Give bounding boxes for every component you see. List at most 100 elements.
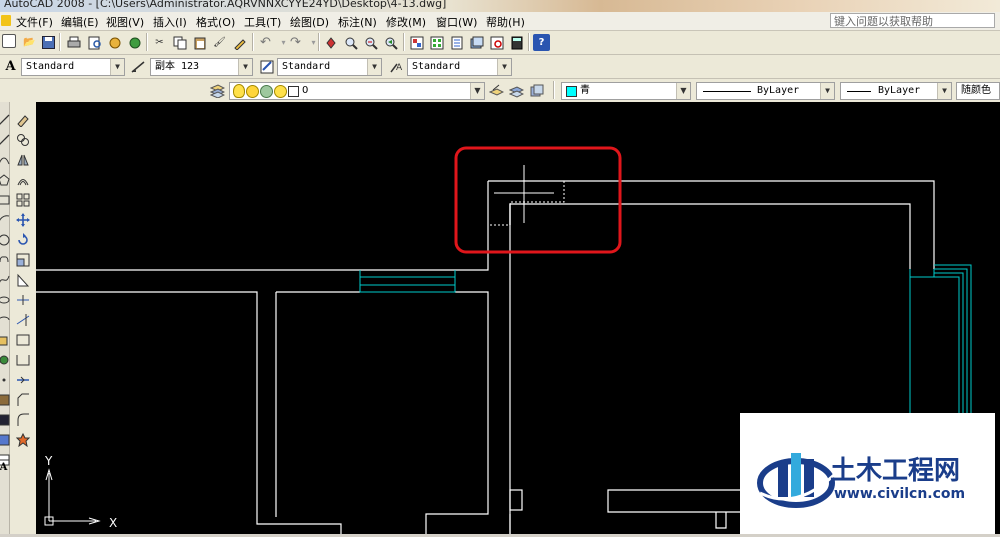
table-style-select[interactable]: Standard ▼ <box>277 58 382 76</box>
dimension-style-icon[interactable] <box>130 58 147 75</box>
ellipse-icon[interactable] <box>0 292 11 308</box>
menu-help[interactable]: 帮助(H) <box>486 14 525 30</box>
ellipse-arc-icon[interactable] <box>0 312 11 328</box>
properties-icon[interactable] <box>408 34 425 51</box>
multileader-style-icon[interactable]: A <box>388 58 405 75</box>
explode-icon[interactable] <box>15 432 30 448</box>
table-style-icon[interactable] <box>259 58 276 75</box>
chamfer-icon[interactable] <box>15 392 30 408</box>
menu-insert[interactable]: 插入(I) <box>153 14 187 30</box>
line-icon[interactable] <box>0 112 11 128</box>
menu-edit[interactable]: 编辑(E) <box>61 14 99 30</box>
text-style-icon[interactable]: A <box>2 58 19 75</box>
multileader-style-select[interactable]: Standard ▼ <box>407 58 512 76</box>
help-icon[interactable]: ? <box>533 34 550 51</box>
dimension-style-select[interactable]: 副本 123 ▼ <box>150 58 253 76</box>
paste-icon[interactable] <box>191 34 208 51</box>
fillet-icon[interactable] <box>15 412 30 428</box>
zoom-window-icon[interactable] <box>362 34 379 51</box>
cut-icon[interactable]: ✂ <box>151 34 168 51</box>
menu-window[interactable]: 窗口(W) <box>436 14 477 30</box>
circle-icon[interactable] <box>0 232 11 248</box>
3d-dwf-icon[interactable] <box>126 34 143 51</box>
point-icon[interactable] <box>0 372 11 388</box>
break-icon[interactable] <box>15 352 30 368</box>
layer-manager-icon[interactable] <box>209 82 226 99</box>
redo-icon[interactable]: ↷ <box>287 34 304 51</box>
rectangle-icon[interactable] <box>0 192 11 208</box>
trim-icon[interactable] <box>15 292 30 308</box>
construction-line-icon[interactable] <box>0 132 11 148</box>
polygon-icon[interactable] <box>0 172 11 188</box>
break-at-point-icon[interactable] <box>15 332 30 348</box>
color-select[interactable]: 青 ▼ <box>561 82 691 100</box>
help-search-input[interactable]: 键入问题以获取帮助 <box>830 13 995 28</box>
open-file-icon[interactable]: 📂 <box>21 34 38 51</box>
join-icon[interactable] <box>15 372 30 388</box>
move-icon[interactable] <box>15 212 30 228</box>
zoom-realtime-icon[interactable] <box>342 34 359 51</box>
spline-icon[interactable] <box>0 272 11 288</box>
erase-icon[interactable] <box>15 112 30 128</box>
chevron-down-icon: ▼ <box>470 83 484 99</box>
multiline-text-icon[interactable]: A <box>0 460 11 476</box>
arc-icon[interactable] <box>0 212 11 228</box>
gradient-icon[interactable] <box>0 412 11 428</box>
linetype-select[interactable]: ByLayer ▼ <box>696 82 835 100</box>
menu-tools[interactable]: 工具(T) <box>244 14 281 30</box>
undo-icon[interactable]: ↶ <box>257 34 274 51</box>
copy-object-icon[interactable] <box>15 132 30 148</box>
plotstyle-value: 随颜色 <box>961 85 991 96</box>
print-icon[interactable] <box>65 34 82 51</box>
array-icon[interactable] <box>15 192 30 208</box>
region-icon[interactable] <box>0 432 11 448</box>
extend-icon[interactable] <box>15 312 30 328</box>
menu-file[interactable]: 文件(F) <box>16 14 53 30</box>
tool-palettes-icon[interactable] <box>448 34 465 51</box>
menu-view[interactable]: 视图(V) <box>106 14 144 30</box>
pan-icon[interactable] <box>322 34 339 51</box>
text-style-select[interactable]: Standard ▼ <box>21 58 125 76</box>
layer-state-icons <box>233 84 299 98</box>
menu-modify[interactable]: 修改(M) <box>386 14 426 30</box>
offset-icon[interactable] <box>15 172 30 188</box>
menu-format[interactable]: 格式(O) <box>196 14 235 30</box>
layer-select[interactable]: 0 ▼ <box>229 82 485 100</box>
plotstyle-select[interactable]: 随颜色 <box>956 82 1000 100</box>
insert-block-icon[interactable] <box>0 332 11 348</box>
make-object-layer-current-icon[interactable] <box>488 82 505 99</box>
scale-icon[interactable] <box>15 252 30 268</box>
hatch-icon[interactable] <box>0 392 11 408</box>
plot-preview-icon[interactable] <box>86 34 103 51</box>
menu-draw[interactable]: 绘图(D) <box>290 14 329 30</box>
quick-calc-icon[interactable] <box>508 34 525 51</box>
revision-cloud-icon[interactable] <box>0 252 11 268</box>
sheet-set-icon[interactable] <box>468 34 485 51</box>
window-line <box>934 268 968 420</box>
zoom-previous-icon[interactable] <box>382 34 399 51</box>
crosshair-cursor <box>494 165 554 223</box>
publish-icon[interactable] <box>106 34 123 51</box>
lineweight-select[interactable]: ByLayer ▼ <box>840 82 952 100</box>
wall-line <box>425 291 489 534</box>
column <box>509 489 523 511</box>
make-block-icon[interactable] <box>0 352 11 368</box>
design-center-icon[interactable] <box>428 34 445 51</box>
save-icon[interactable] <box>40 34 57 51</box>
layer-previous-icon[interactable] <box>508 82 525 99</box>
menu-dimension[interactable]: 标注(N) <box>338 14 377 30</box>
polyline-icon[interactable] <box>0 152 11 168</box>
markup-set-icon[interactable] <box>488 34 505 51</box>
app-menu-icon[interactable] <box>1 15 11 26</box>
layer-states-icon[interactable] <box>528 82 545 99</box>
copy-icon[interactable] <box>171 34 188 51</box>
block-editor-icon[interactable] <box>231 34 248 51</box>
watermark-title: 土木工程网 <box>830 456 960 486</box>
mirror-icon[interactable] <box>15 152 30 168</box>
match-properties-icon[interactable]: 🖌 <box>211 34 228 51</box>
stretch-icon[interactable] <box>15 272 30 288</box>
rotate-icon[interactable] <box>15 232 30 248</box>
chevron-down-icon: ▼ <box>937 83 951 99</box>
linetype-sample <box>703 91 751 92</box>
new-file-icon[interactable] <box>2 34 16 48</box>
